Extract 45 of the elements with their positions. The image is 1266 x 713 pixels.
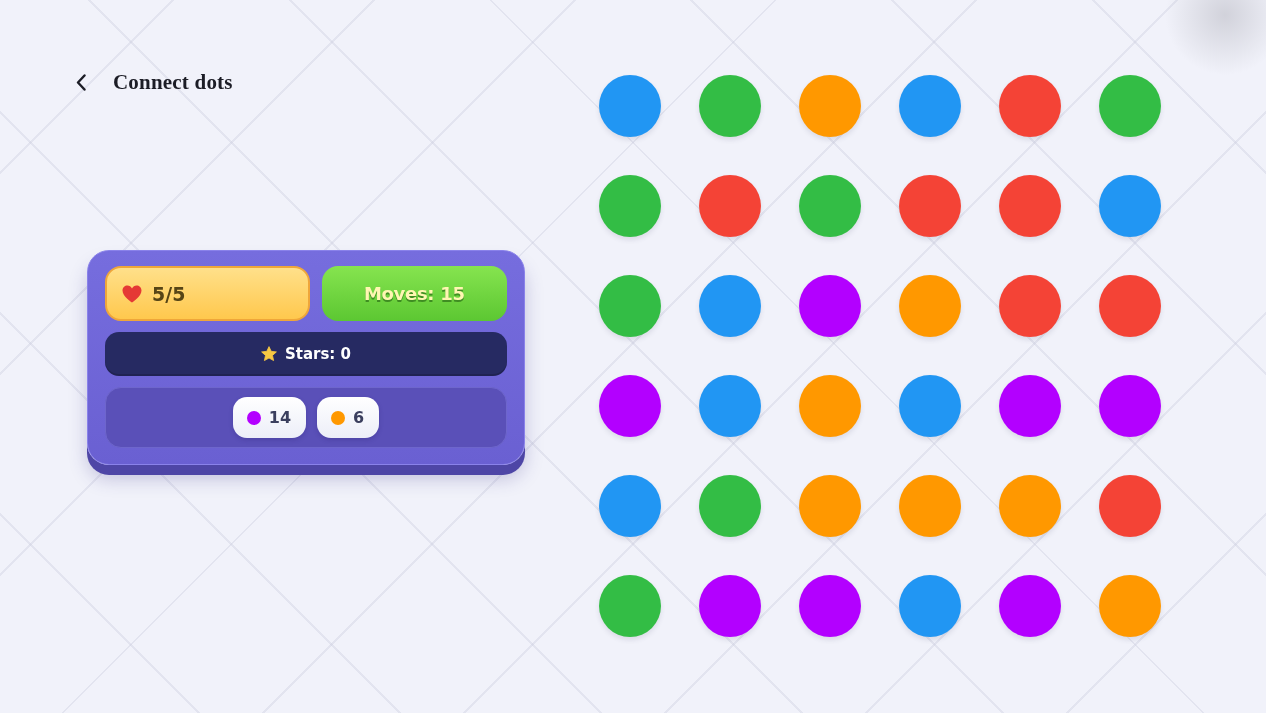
- game-dot[interactable]: [699, 475, 761, 537]
- game-dot[interactable]: [799, 75, 861, 137]
- game-dot[interactable]: [599, 575, 661, 637]
- game-dot[interactable]: [899, 375, 961, 437]
- game-dot[interactable]: [899, 275, 961, 337]
- game-dot[interactable]: [999, 75, 1061, 137]
- game-dot[interactable]: [599, 175, 661, 237]
- game-dot[interactable]: [599, 475, 661, 537]
- goal-count: 6: [353, 408, 365, 427]
- game-dot[interactable]: [999, 275, 1061, 337]
- game-dot[interactable]: [899, 175, 961, 237]
- game-dot[interactable]: [999, 175, 1061, 237]
- heart-icon: [122, 284, 142, 303]
- game-dot[interactable]: [899, 475, 961, 537]
- game-dot[interactable]: [699, 275, 761, 337]
- lives-count: 5/5: [152, 282, 186, 305]
- game-dot[interactable]: [799, 475, 861, 537]
- game-dot[interactable]: [1099, 175, 1161, 237]
- game-dot[interactable]: [799, 275, 861, 337]
- game-dot[interactable]: [799, 575, 861, 637]
- game-dot[interactable]: [599, 75, 661, 137]
- game-dot[interactable]: [999, 375, 1061, 437]
- game-dot[interactable]: [999, 575, 1061, 637]
- moves-counter: Moves: 15: [321, 266, 507, 321]
- game-dot[interactable]: [599, 375, 661, 437]
- game-dot[interactable]: [1099, 275, 1161, 337]
- game-dot[interactable]: [699, 175, 761, 237]
- game-dot[interactable]: [699, 75, 761, 137]
- game-dot[interactable]: [799, 375, 861, 437]
- game-dot[interactable]: [799, 175, 861, 237]
- goal-count: 14: [268, 408, 292, 427]
- game-dot[interactable]: [1099, 75, 1161, 137]
- game-dot[interactable]: [999, 475, 1061, 537]
- game-dot[interactable]: [699, 575, 761, 637]
- game-dot[interactable]: [899, 575, 961, 637]
- page-title: Connect dots: [113, 69, 233, 95]
- chevron-left-icon: [76, 73, 86, 91]
- game-dot[interactable]: [1099, 375, 1161, 437]
- game-dot[interactable]: [899, 75, 961, 137]
- game-dot[interactable]: [1099, 475, 1161, 537]
- game-dot[interactable]: [1099, 575, 1161, 637]
- game-dot[interactable]: [699, 375, 761, 437]
- stars-count: Stars: 0: [284, 345, 352, 363]
- star-icon: [260, 346, 277, 362]
- game-dot[interactable]: [599, 275, 661, 337]
